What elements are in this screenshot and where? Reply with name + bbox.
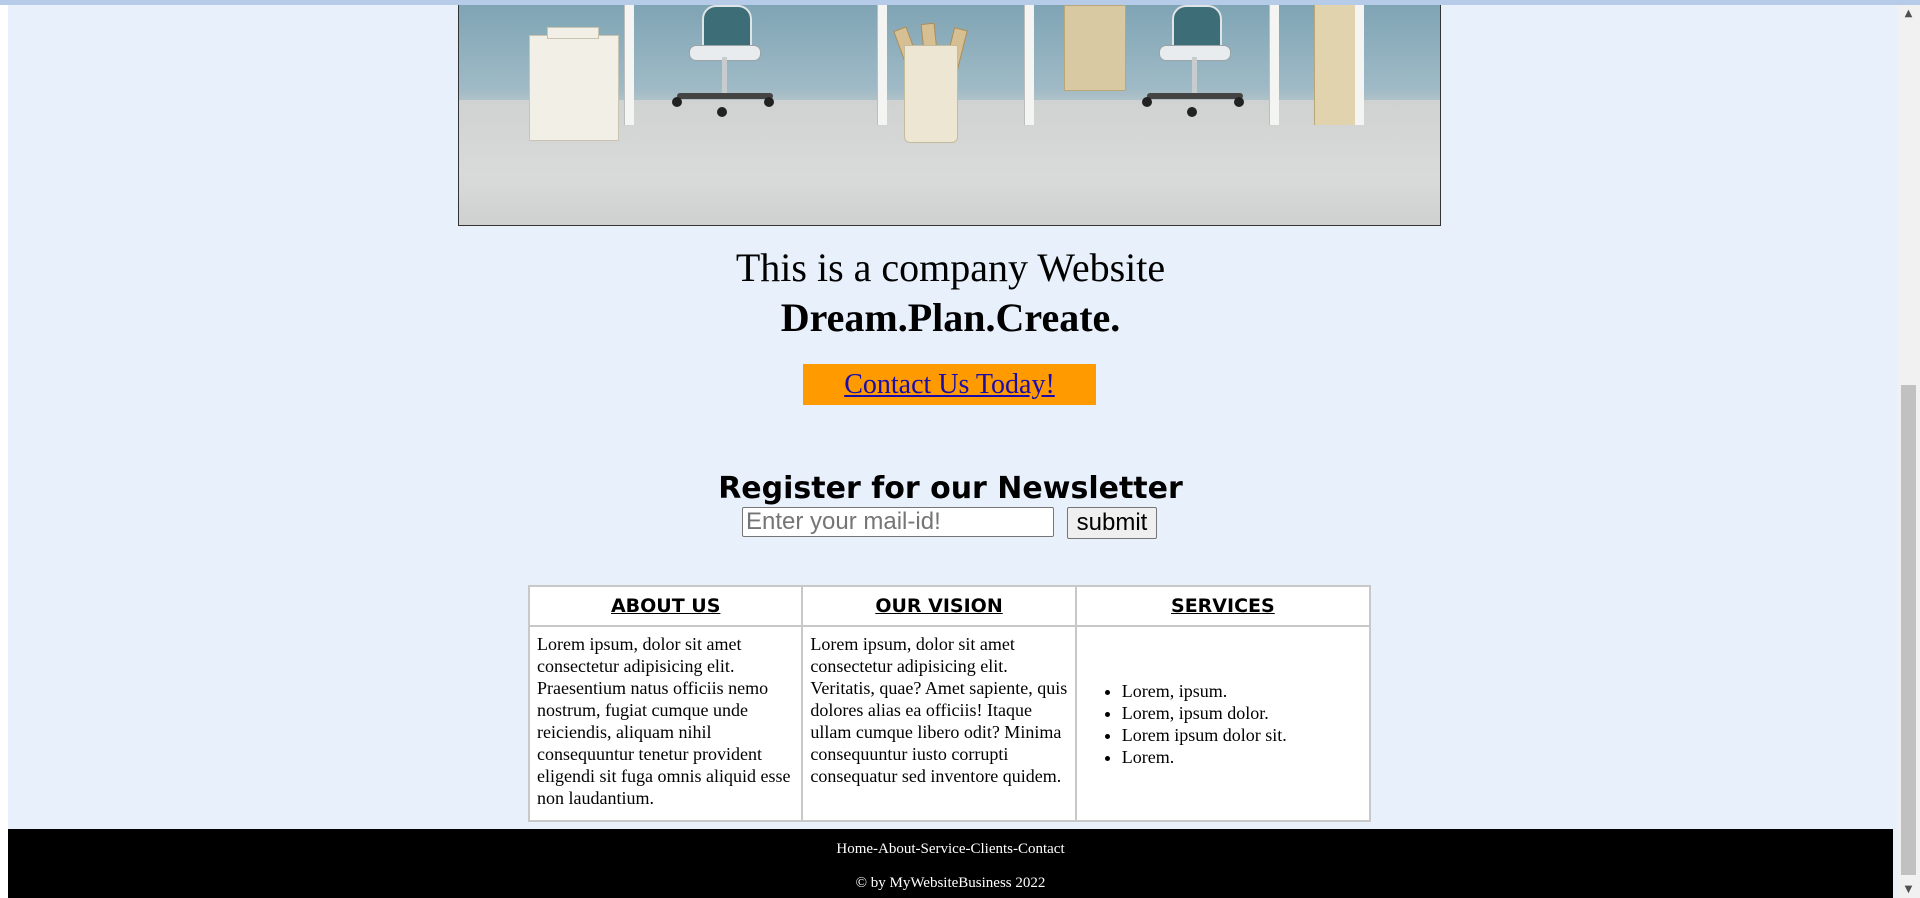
chair-wheel — [764, 97, 774, 107]
list-item: Lorem, ipsum dolor. — [1122, 702, 1362, 724]
desk-leg — [877, 5, 887, 125]
list-item: Lorem, ipsum. — [1122, 680, 1362, 702]
services-cell: Lorem, ipsum. Lorem, ipsum dolor. Lorem … — [1074, 625, 1372, 822]
list-item: Lorem ipsum dolor sit. — [1122, 724, 1362, 746]
email-input[interactable] — [742, 507, 1054, 537]
chair-wheel — [717, 107, 727, 117]
hero-image — [458, 5, 1441, 226]
cabinet — [1064, 5, 1126, 91]
desk-leg — [624, 5, 634, 125]
contact-us-link[interactable]: Contact Us Today! — [844, 369, 1055, 401]
newsletter-title: Register for our Newsletter — [718, 471, 1183, 506]
cabinet-tray — [547, 27, 599, 39]
viewport-left-edge — [0, 5, 8, 898]
footer-copyright: © by MyWebsiteBusiness 2022 — [855, 875, 1046, 891]
chair-post — [1192, 57, 1197, 95]
scroll-down-icon[interactable]: ▼ — [1897, 881, 1920, 898]
desk-leg — [1269, 5, 1279, 125]
our-vision-text: Lorem ipsum, dolor sit amet consectetur … — [801, 625, 1077, 822]
footer-nav: Home-About-Service-Clients-Contact — [836, 841, 1065, 857]
submit-button[interactable]: submit — [1067, 507, 1157, 539]
table-header-row: ABOUT US OUR VISION SERVICES — [527, 585, 1372, 627]
our-vision-header: OUR VISION — [801, 585, 1077, 627]
company-motto: Dream.Plan.Create. — [780, 295, 1121, 340]
scroll-up-icon[interactable]: ▲ — [1897, 5, 1920, 22]
chair-wheel — [1142, 97, 1152, 107]
contact-cta: Contact Us Today! — [803, 364, 1096, 405]
about-us-header: ABOUT US — [527, 585, 804, 627]
chair-wheel — [672, 97, 682, 107]
about-us-text: Lorem ipsum, dolor sit amet consectetur … — [527, 625, 804, 822]
info-table: ABOUT US OUR VISION SERVICES Lorem ipsum… — [527, 585, 1372, 822]
chair-base — [677, 93, 773, 99]
chair-post — [722, 57, 727, 95]
desk-leg — [1024, 5, 1034, 125]
chair-wheel — [1234, 97, 1244, 107]
desk-leg — [1354, 5, 1364, 125]
list-item: Lorem. — [1122, 746, 1362, 768]
filing-cabinet — [529, 35, 619, 141]
chair-base — [1147, 93, 1243, 99]
chair-wheel — [1187, 107, 1197, 117]
footer: Home-About-Service-Clients-Contact © by … — [8, 829, 1893, 898]
desk-panel — [1314, 5, 1355, 125]
services-list: Lorem, ipsum. Lorem, ipsum dolor. Lorem … — [1084, 680, 1362, 768]
services-header: SERVICES — [1074, 585, 1372, 627]
paper-bin — [904, 45, 958, 143]
page: This is a company Website Dream.Plan.Cre… — [8, 5, 1893, 898]
vertical-scrollbar[interactable]: ▲ ▼ — [1897, 5, 1920, 898]
table-row: Lorem ipsum, dolor sit amet consectetur … — [527, 625, 1372, 822]
company-tagline: This is a company Website — [735, 245, 1166, 290]
scrollbar-thumb[interactable] — [1901, 385, 1916, 875]
